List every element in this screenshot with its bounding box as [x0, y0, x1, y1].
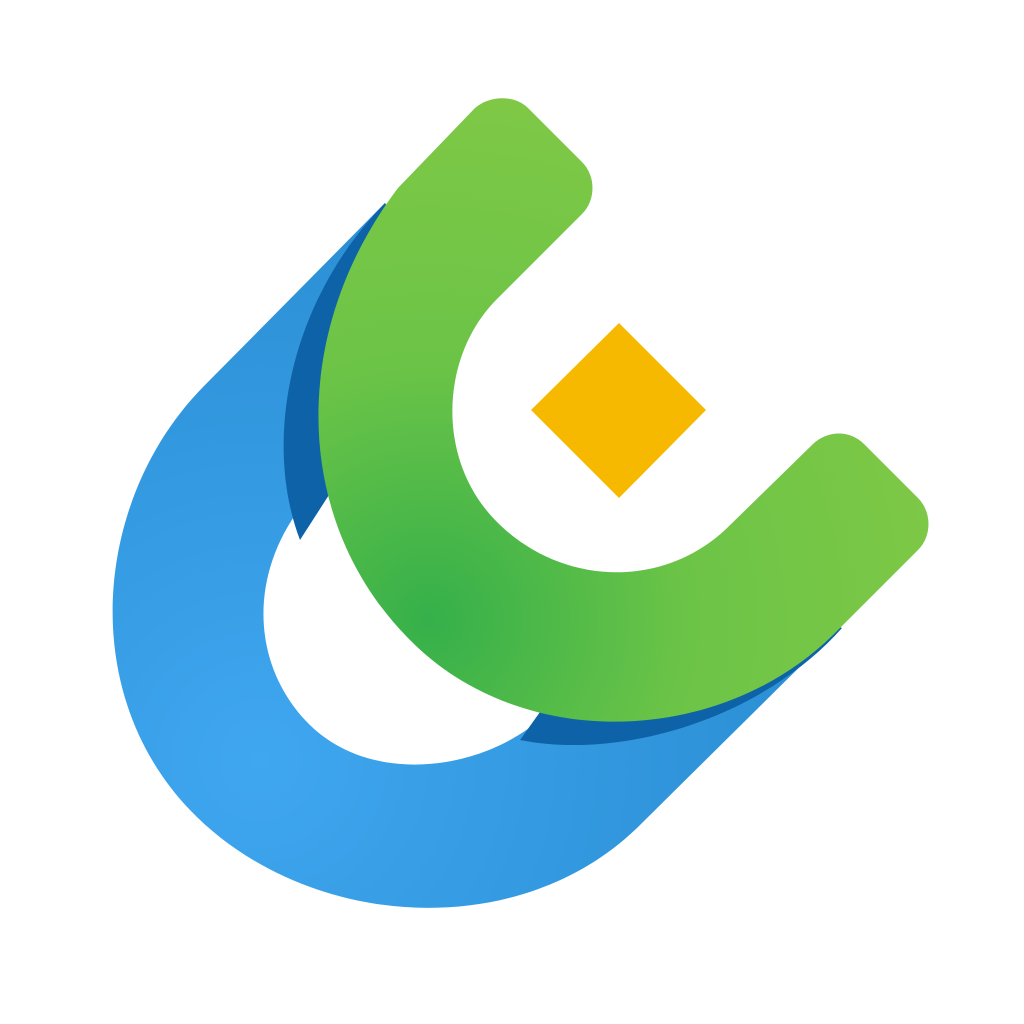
stacked-u-shapes-logo-icon	[112, 98, 929, 908]
app-icon-canvas	[0, 0, 1024, 1024]
yellow-diamond-shape	[531, 323, 706, 498]
